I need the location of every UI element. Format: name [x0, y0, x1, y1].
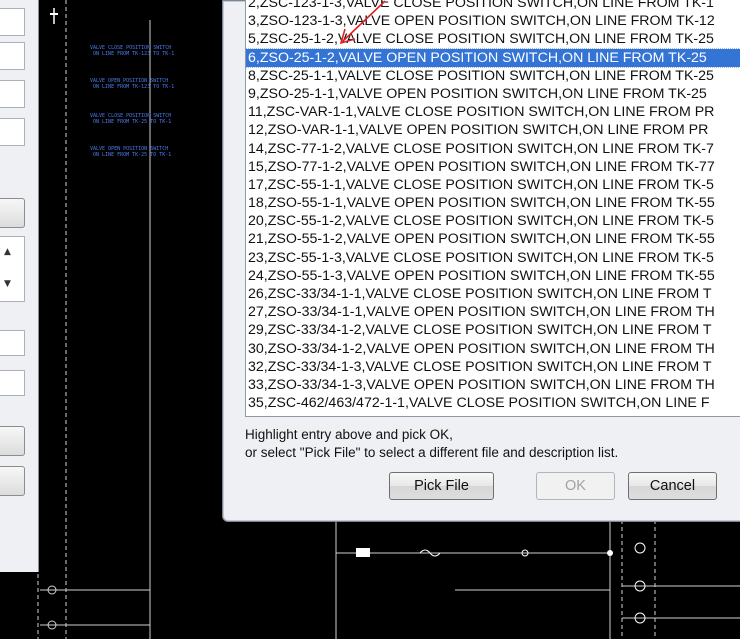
list-item[interactable]: 9,ZSO-25-1-1,VALVE OPEN POSITION SWITCH,… — [246, 85, 740, 103]
list-item[interactable]: 8,ZSC-25-1-1,VALVE CLOSE POSITION SWITCH… — [246, 67, 740, 85]
list-item[interactable]: 26,ZSC-33/34-1-1,VALVE CLOSE POSITION SW… — [246, 285, 740, 303]
list-item[interactable]: 35,ZSC-462/463/472-1-1,VALVE CLOSE POSIT… — [246, 394, 740, 412]
cad-note-4: VALVE OPEN POSITION SWITCH ON LINE FROM … — [90, 146, 172, 158]
list-item[interactable]: 32,ZSC-33/34-1-3,VALVE CLOSE POSITION SW… — [246, 358, 740, 376]
side-panel-dialog: ▲ ▼ — [0, 0, 39, 572]
spin-up-icon[interactable]: ▲ — [4, 247, 11, 257]
side-button-2[interactable] — [0, 426, 25, 456]
cad-note-1: VALVE CLOSE POSITION SWITCH ON LINE FROM… — [90, 45, 175, 57]
side-field-6[interactable] — [0, 370, 25, 396]
list-item[interactable]: 11,ZSC-VAR-1-1,VALVE CLOSE POSITION SWIT… — [246, 103, 740, 121]
side-field-1[interactable] — [0, 8, 25, 36]
ok-button[interactable]: OK — [536, 472, 615, 500]
help-text-line2: or select "Pick File" to select a differ… — [245, 445, 619, 460]
help-text-line1: Highlight entry above and pick OK, — [245, 427, 453, 442]
side-spinner[interactable]: ▲ ▼ — [0, 236, 25, 302]
side-field-3[interactable] — [0, 80, 25, 108]
list-item[interactable]: 2,ZSC-123-1-3,VALVE CLOSE POSITION SWITC… — [246, 0, 740, 12]
list-item[interactable]: 20,ZSC-55-1-2,VALVE CLOSE POSITION SWITC… — [246, 212, 740, 230]
cad-note-2: VALVE OPEN POSITION SWITCH ON LINE FROM … — [90, 78, 175, 90]
list-item[interactable]: 21,ZSO-55-1-2,VALVE OPEN POSITION SWITCH… — [246, 230, 740, 248]
side-field-4[interactable] — [0, 118, 25, 146]
description-list[interactable]: 2,ZSC-123-1-3,VALVE CLOSE POSITION SWITC… — [245, 0, 740, 417]
cancel-button[interactable]: Cancel — [628, 472, 717, 500]
list-item-selected[interactable]: 6,ZSO-25-1-2,VALVE OPEN POSITION SWITCH,… — [246, 47, 740, 68]
list-item[interactable]: 30,ZSO-33/34-1-2,VALVE OPEN POSITION SWI… — [246, 340, 740, 358]
cad-note-3: VALVE CLOSE POSITION SWITCH ON LINE FROM… — [90, 113, 172, 125]
list-item[interactable]: 23,ZSC-55-1-3,VALVE CLOSE POSITION SWITC… — [246, 249, 740, 267]
side-field-5[interactable] — [0, 330, 25, 356]
list-item[interactable]: 27,ZSO-33/34-1-1,VALVE OPEN POSITION SWI… — [246, 303, 740, 321]
list-item[interactable]: 3,ZSO-123-1-3,VALVE OPEN POSITION SWITCH… — [246, 12, 740, 30]
pick-file-button[interactable]: Pick File — [389, 472, 494, 500]
list-item[interactable]: 5,ZSC-25-1-2,VALVE CLOSE POSITION SWITCH… — [246, 30, 740, 48]
side-button-1[interactable] — [0, 198, 25, 228]
list-item[interactable]: 33,ZSO-33/34-1-3,VALVE OPEN POSITION SWI… — [246, 376, 740, 394]
list-item[interactable]: 24,ZSO-55-1-3,VALVE OPEN POSITION SWITCH… — [246, 267, 740, 285]
list-item[interactable]: 14,ZSC-77-1-2,VALVE CLOSE POSITION SWITC… — [246, 140, 740, 158]
annotation-arrow-icon — [339, 0, 386, 45]
description-pick-dialog: 2,ZSC-123-1-3,VALVE CLOSE POSITION SWITC… — [222, 0, 740, 522]
list-item[interactable]: 18,ZSO-55-1-1,VALVE OPEN POSITION SWITCH… — [246, 194, 740, 212]
spin-down-icon[interactable]: ▼ — [4, 279, 11, 289]
side-field-2[interactable] — [0, 42, 25, 70]
list-item[interactable]: 12,ZSO-VAR-1-1,VALVE OPEN POSITION SWITC… — [246, 121, 740, 139]
side-button-3[interactable] — [0, 466, 25, 496]
list-item[interactable]: 15,ZSO-77-1-2,VALVE OPEN POSITION SWITCH… — [246, 158, 740, 176]
list-item[interactable]: 29,ZSC-33/34-1-2,VALVE CLOSE POSITION SW… — [246, 321, 740, 339]
list-item[interactable]: 17,ZSC-55-1-1,VALVE CLOSE POSITION SWITC… — [246, 176, 740, 194]
